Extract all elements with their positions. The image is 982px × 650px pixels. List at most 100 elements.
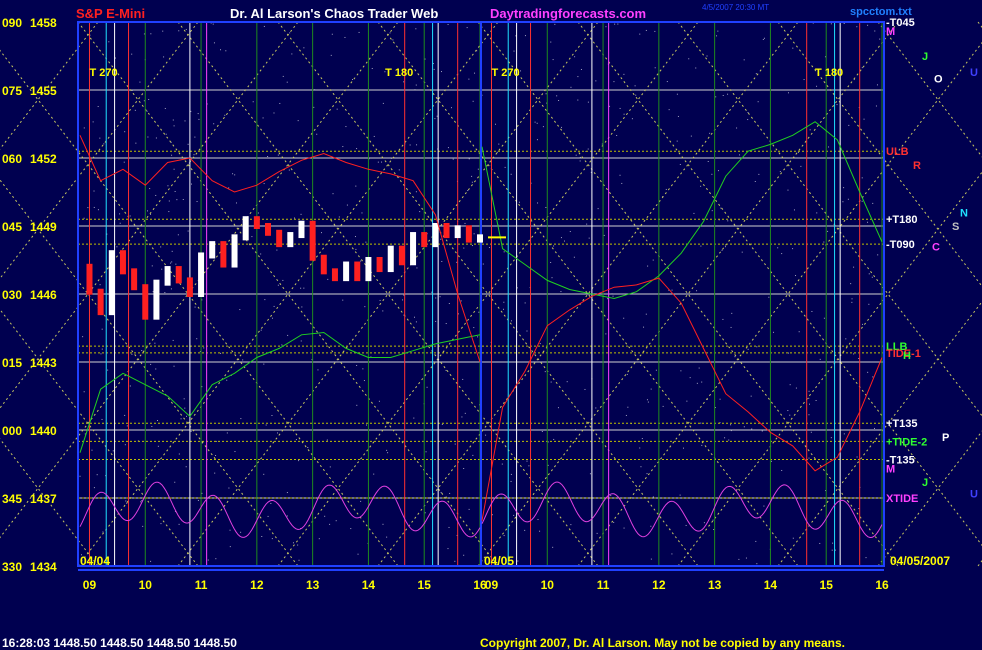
star-dot [191, 183, 193, 185]
star-dot [738, 558, 740, 560]
star-dot [792, 537, 794, 539]
x-tick-label: 12 [250, 578, 264, 592]
star-dot [303, 47, 305, 49]
star-dot [557, 407, 559, 409]
y-angle-label: 060 [2, 152, 22, 166]
star-dot [876, 84, 878, 86]
star-dot [647, 401, 649, 403]
planet-letter: C [932, 241, 940, 253]
star-dot [693, 212, 695, 214]
y-price-label: 1443 [30, 356, 57, 370]
price-bar [220, 241, 227, 268]
star-dot [435, 320, 437, 322]
star-dot [743, 426, 745, 428]
star-dot [707, 160, 709, 162]
star-dot [361, 212, 363, 214]
star-dot [595, 407, 597, 409]
site-url-link[interactable]: Daytradingforecasts.com [490, 6, 646, 21]
angle-marker: T 270 [491, 67, 519, 79]
star-dot [491, 514, 493, 516]
star-dot [503, 251, 505, 253]
star-dot [645, 29, 647, 31]
star-dot [698, 367, 700, 369]
price-bar [209, 241, 216, 259]
star-dot [668, 109, 670, 111]
star-dot [141, 350, 143, 352]
star-dot [125, 500, 127, 502]
x-tick-label: 16 [875, 578, 889, 592]
star-dot [436, 115, 438, 117]
x-tick-label: 14 [764, 578, 778, 592]
star-dot [150, 33, 152, 35]
star-dot [496, 151, 498, 153]
star-dot [298, 559, 300, 561]
star-dot [168, 200, 170, 202]
date-right-label: 04/05/2007 [890, 554, 950, 568]
star-dot [415, 321, 417, 323]
star-dot [639, 33, 641, 35]
star-dot [260, 253, 262, 255]
star-dot [220, 49, 222, 51]
star-dot [468, 508, 470, 510]
star-dot [293, 217, 295, 219]
diagonal-line [877, 21, 982, 158]
price-bar [443, 223, 450, 239]
star-dot [747, 111, 749, 113]
star-dot [720, 207, 722, 209]
star-dot [550, 381, 552, 383]
star-dot [777, 247, 779, 249]
star-dot [267, 515, 269, 517]
star-dot [700, 422, 702, 424]
star-dot [832, 542, 834, 544]
planet-letter: O [934, 74, 943, 86]
star-dot [689, 377, 691, 379]
star-dot [513, 514, 515, 516]
star-dot [197, 113, 199, 115]
star-dot [625, 414, 627, 416]
star-dot [488, 246, 490, 248]
star-dot [198, 118, 200, 120]
star-dot [360, 260, 362, 262]
star-dot [264, 299, 266, 301]
red_day2-line [481, 277, 883, 521]
star-dot [853, 353, 855, 355]
star-dot [363, 380, 365, 382]
star-dot [842, 201, 844, 203]
planet-letter: U [970, 67, 978, 79]
star-dot [448, 303, 450, 305]
y-price-label: 1449 [30, 220, 57, 234]
star-dot [366, 424, 368, 426]
star-dot [203, 347, 205, 349]
star-dot [151, 426, 153, 428]
star-dot [135, 142, 137, 144]
star-dot [382, 102, 384, 104]
price-bar [331, 268, 338, 282]
star-dot [213, 42, 215, 44]
star-dot [129, 385, 131, 387]
star-dot [196, 201, 198, 203]
star-dot [471, 175, 473, 177]
price-bar [320, 254, 327, 275]
star-dot [566, 381, 568, 383]
star-dot [613, 521, 615, 523]
star-dot [464, 412, 466, 414]
star-dot [716, 35, 718, 37]
star-dot [161, 268, 163, 270]
star-dot [641, 438, 643, 440]
star-dot [619, 107, 621, 109]
star-dot [262, 117, 264, 119]
star-dot [834, 549, 836, 551]
star-dot [146, 210, 148, 212]
star-dot [471, 181, 473, 183]
star-dot [603, 234, 605, 236]
star-dot [450, 107, 452, 109]
star-dot [342, 146, 344, 148]
star-dot [336, 108, 338, 110]
star-dot [727, 220, 729, 222]
star-dot [647, 265, 649, 267]
star-dot [510, 480, 512, 482]
star-dot [240, 531, 242, 533]
star-dot [654, 67, 656, 69]
price-bar [398, 245, 405, 266]
star-dot [685, 524, 687, 526]
